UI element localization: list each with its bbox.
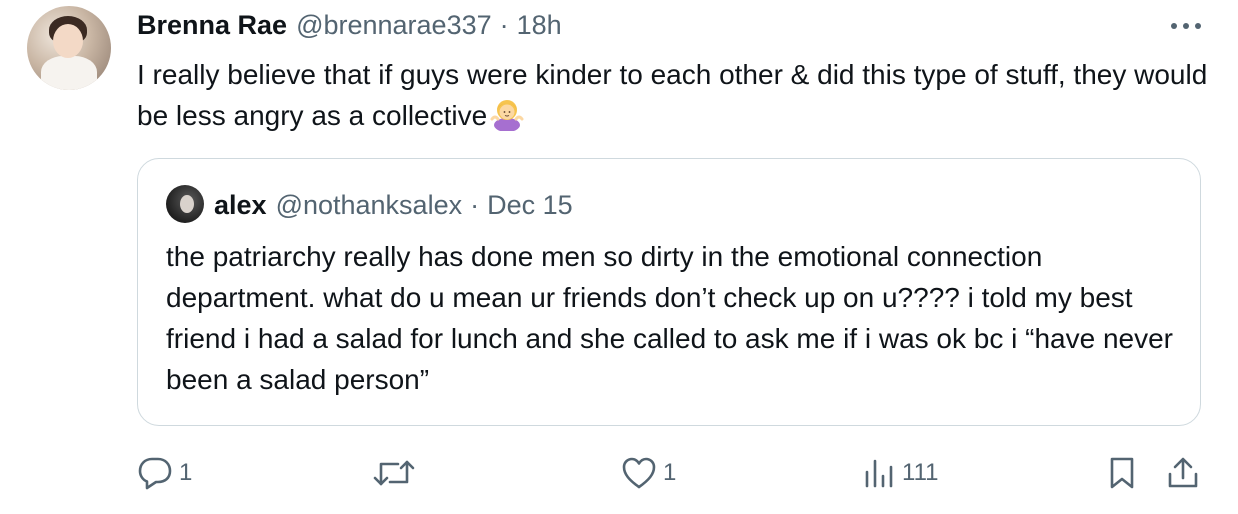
post-time[interactable]: 18h — [517, 10, 562, 41]
more-options-icon[interactable] — [1166, 14, 1206, 38]
quoted-author-handle[interactable]: @nothanksalex — [276, 190, 463, 221]
quoted-tweet[interactable]: alex @nothanksalex · Dec 15 the patriarc… — [137, 158, 1201, 426]
header-separator: · — [499, 9, 509, 40]
quoted-tweet-text: the patriarchy really has done men so di… — [166, 241, 1173, 395]
avatar-dress — [41, 56, 97, 90]
share-button[interactable] — [1166, 456, 1200, 490]
share-icon — [1166, 456, 1200, 490]
views-count: 111 — [902, 459, 939, 486]
retweet-button[interactable] — [372, 456, 422, 490]
quoted-post-date[interactable]: Dec 15 — [487, 190, 573, 221]
views-button[interactable]: 111 — [862, 456, 938, 490]
bookmark-icon — [1106, 456, 1138, 490]
action-bar: 1 1 111 — [0, 448, 1238, 498]
tweet-header: Brenna Rae @brennarae337 · 18h — [137, 8, 562, 42]
tweet-text-content: I really believe that if guys were kinde… — [137, 59, 1208, 131]
quoted-avatar-face — [180, 195, 194, 213]
author-name[interactable]: Brenna Rae — [137, 10, 287, 41]
person-shrugging-emoji-icon — [489, 95, 525, 132]
reply-icon — [137, 456, 173, 490]
like-count: 1 — [663, 459, 677, 486]
like-button[interactable]: 1 — [621, 456, 676, 490]
tweet[interactable]: Brenna Rae @brennarae337 · 18h I really … — [0, 0, 1238, 514]
tweet-text: I really believe that if guys were kinde… — [137, 54, 1217, 136]
analytics-icon — [862, 456, 896, 490]
reply-button[interactable]: 1 — [137, 456, 192, 490]
retweet-icon — [372, 456, 416, 490]
heart-icon — [621, 456, 657, 490]
avatar-face — [53, 24, 83, 58]
quoted-header-separator: · — [470, 189, 480, 220]
quoted-tweet-header: alex @nothanksalex · Dec 15 — [214, 188, 573, 222]
bookmark-button[interactable] — [1106, 456, 1138, 490]
reply-count: 1 — [179, 459, 193, 486]
author-handle[interactable]: @brennarae337 — [296, 10, 492, 41]
quoted-author-name[interactable]: alex — [214, 190, 267, 221]
quoted-author-avatar[interactable] — [166, 185, 204, 223]
author-avatar[interactable] — [27, 6, 111, 90]
